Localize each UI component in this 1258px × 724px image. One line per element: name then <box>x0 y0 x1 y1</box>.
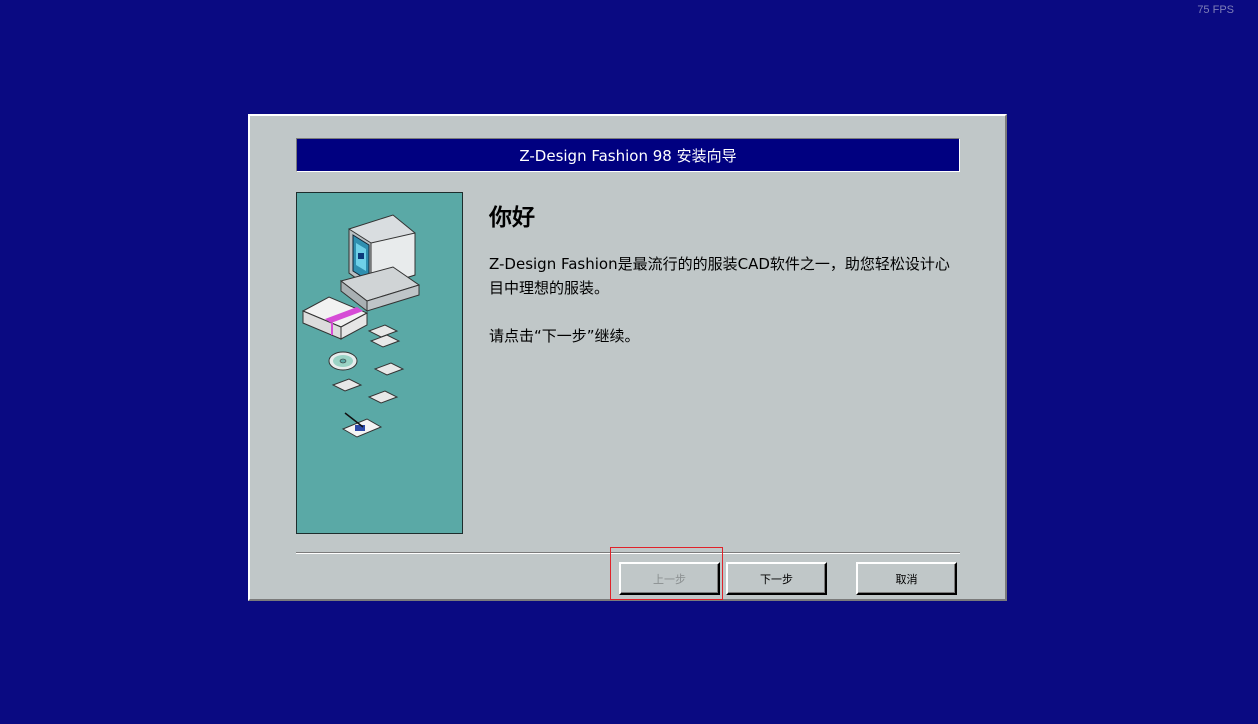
welcome-heading: 你好 <box>489 205 535 231</box>
computer-setup-illustration <box>296 192 463 534</box>
cancel-button[interactable]: 取消 <box>856 562 957 595</box>
document-pen-icon <box>341 412 383 438</box>
cd-icon <box>328 351 358 371</box>
intro-text: Z-Design Fashion是最流行的的服装CAD软件之一，助您轻松设计心目… <box>489 255 950 297</box>
back-button[interactable]: 上一步 <box>619 562 720 595</box>
monitor-icon <box>339 214 421 313</box>
fps-counter: 75 FPS <box>1197 4 1234 16</box>
setup-wizard-dialog: Z-Design Fashion 98 安装向导 你好 Z-Design Fas… <box>248 114 1007 601</box>
dialog-title: Z-Design Fashion 98 安装向导 <box>519 146 737 165</box>
instruction-text: 请点击“下一步”继续。 <box>489 327 640 345</box>
dialog-title-bar: Z-Design Fashion 98 安装向导 <box>296 138 960 172</box>
next-button[interactable]: 下一步 <box>726 562 827 595</box>
button-separator <box>296 552 960 554</box>
